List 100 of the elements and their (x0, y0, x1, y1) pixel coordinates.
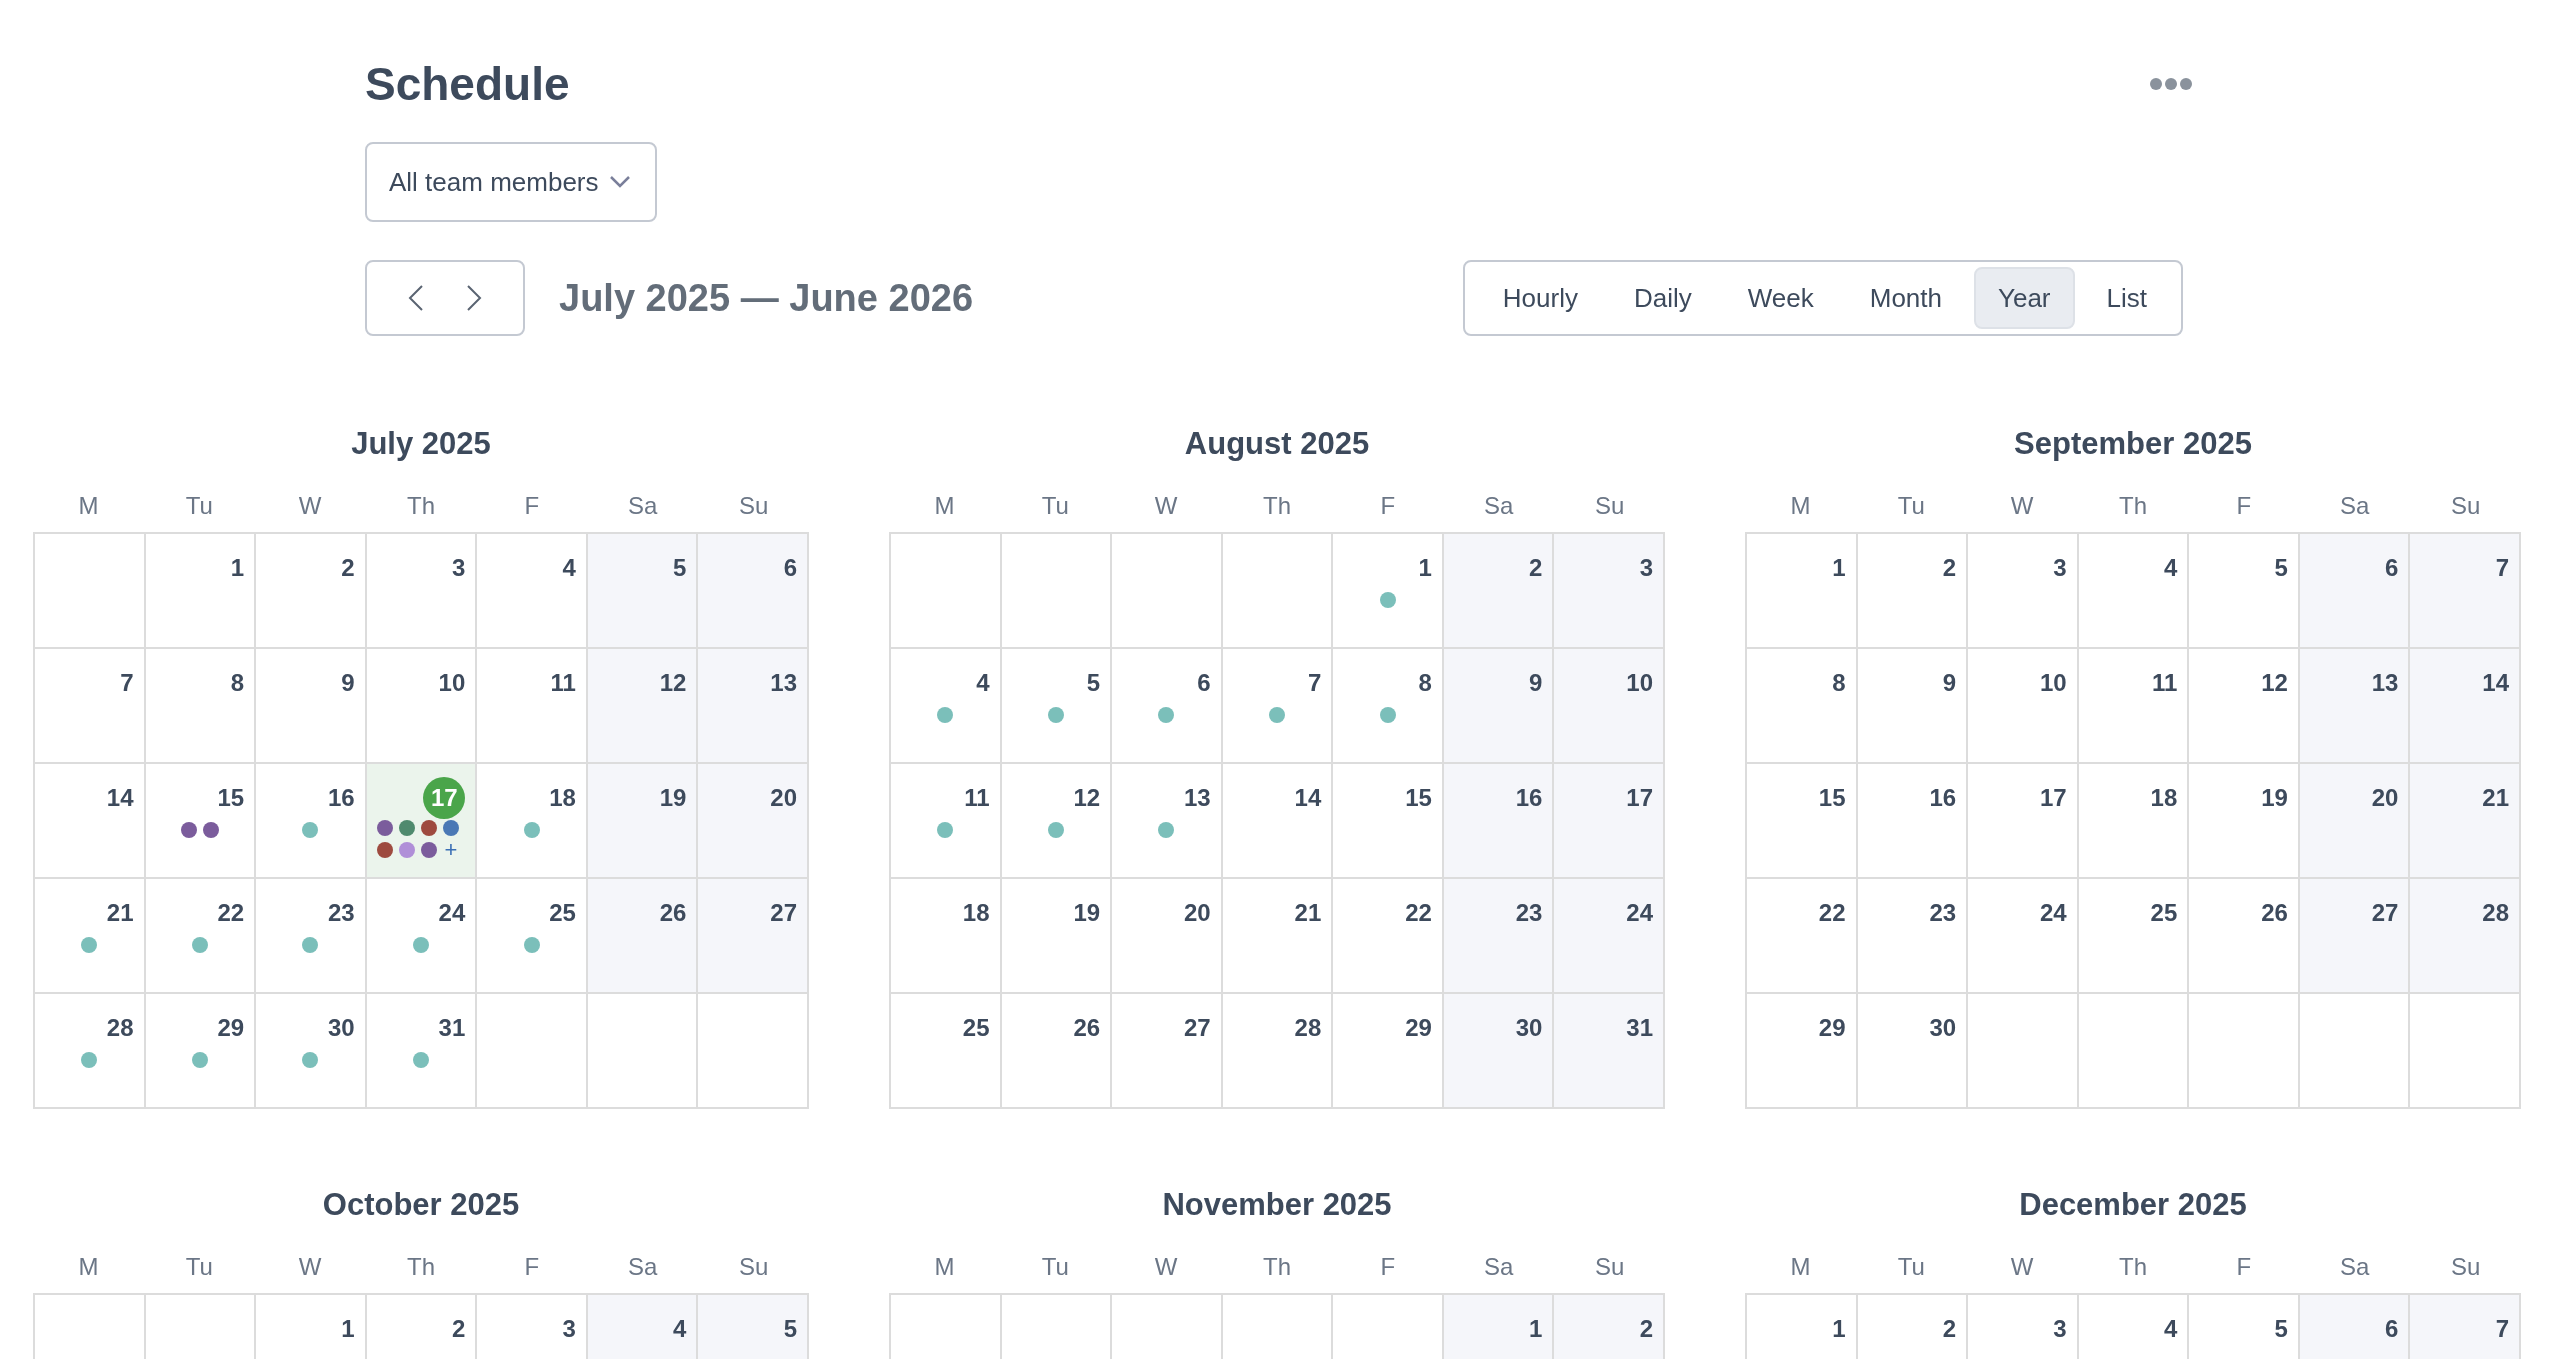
day-cell[interactable]: 26 (2189, 879, 2300, 994)
day-cell[interactable]: 26 (587, 879, 699, 994)
day-cell[interactable]: 20 (2299, 764, 2411, 879)
day-cell[interactable]: 10 (1554, 649, 1665, 764)
day-cell[interactable]: 18 (477, 764, 588, 879)
day-cell[interactable]: 10 (1968, 649, 2079, 764)
day-cell[interactable]: 5 (1001, 649, 1113, 764)
day-cell[interactable]: 19 (2189, 764, 2300, 879)
day-cell[interactable]: 27 (1112, 994, 1223, 1109)
day-cell[interactable]: 21 (1222, 879, 1334, 994)
day-cell[interactable]: 5 (2189, 534, 2300, 649)
day-cell[interactable]: 7 (2410, 534, 2521, 649)
day-cell[interactable]: 14 (2410, 649, 2521, 764)
day-cell[interactable]: 1 (1443, 1295, 1555, 1359)
day-cell[interactable]: 4 (477, 534, 588, 649)
day-cell[interactable]: 31 (366, 994, 478, 1109)
day-cell[interactable]: 13 (698, 649, 809, 764)
day-cell[interactable]: 11 (2078, 649, 2190, 764)
view-tab[interactable]: Month (1845, 267, 1966, 329)
day-cell[interactable]: 30 (1443, 994, 1555, 1109)
day-cell[interactable]: 6 (698, 534, 809, 649)
day-cell[interactable]: 29 (1333, 994, 1444, 1109)
day-cell[interactable]: 21 (35, 879, 146, 994)
day-cell[interactable]: 19 (1001, 879, 1113, 994)
day-cell[interactable]: 27 (2299, 879, 2411, 994)
day-cell[interactable]: 9 (1443, 649, 1555, 764)
day-cell[interactable]: 13 (1112, 764, 1223, 879)
day-cell[interactable]: 4 (891, 649, 1002, 764)
day-cell[interactable]: 20 (698, 764, 809, 879)
day-cell[interactable]: 30 (1857, 994, 1969, 1109)
day-cell[interactable]: 29 (1747, 994, 1858, 1109)
day-cell[interactable]: 29 (145, 994, 257, 1109)
day-cell[interactable]: 5 (587, 534, 699, 649)
day-cell[interactable]: 21 (2410, 764, 2521, 879)
day-cell[interactable]: 6 (1112, 649, 1223, 764)
day-cell[interactable]: 17 (1554, 764, 1665, 879)
day-cell[interactable]: 23 (256, 879, 367, 994)
day-cell[interactable]: 16 (1857, 764, 1969, 879)
day-cell[interactable]: 16 (256, 764, 367, 879)
day-cell[interactable]: 27 (698, 879, 809, 994)
day-cell[interactable]: 8 (1747, 649, 1858, 764)
day-cell[interactable]: 26 (1001, 994, 1113, 1109)
view-tab[interactable]: Year (1974, 267, 2075, 329)
view-tab[interactable]: Hourly (1478, 267, 1602, 329)
day-cell[interactable]: 8 (145, 649, 257, 764)
day-cell[interactable]: 6 (2299, 534, 2411, 649)
day-cell[interactable]: 6 (2299, 1295, 2411, 1359)
day-cell[interactable]: 15 (145, 764, 257, 879)
day-cell[interactable]: 7 (2410, 1295, 2521, 1359)
day-cell[interactable]: 12 (1001, 764, 1113, 879)
day-cell[interactable]: 12 (2189, 649, 2300, 764)
day-cell[interactable]: 19 (587, 764, 699, 879)
day-cell[interactable]: 9 (1857, 649, 1969, 764)
day-cell[interactable]: 14 (1222, 764, 1334, 879)
more-options-icon[interactable] (2149, 77, 2193, 91)
day-cell[interactable]: 11 (891, 764, 1002, 879)
day-cell[interactable]: 22 (145, 879, 257, 994)
day-cell[interactable]: 4 (587, 1295, 699, 1359)
view-tab[interactable]: List (2082, 267, 2171, 329)
day-cell[interactable]: 5 (698, 1295, 809, 1359)
day-cell[interactable]: 13 (2299, 649, 2411, 764)
day-cell[interactable]: 2 (1554, 1295, 1665, 1359)
day-cell[interactable]: 22 (1747, 879, 1858, 994)
day-cell[interactable]: 23 (1443, 879, 1555, 994)
day-cell[interactable]: 10 (366, 649, 478, 764)
day-cell[interactable]: 8 (1333, 649, 1444, 764)
day-cell[interactable]: 3 (1968, 534, 2079, 649)
day-cell[interactable]: 14 (35, 764, 146, 879)
day-cell[interactable]: 28 (1222, 994, 1334, 1109)
day-cell[interactable]: 18 (2078, 764, 2190, 879)
day-cell[interactable]: 24 (1968, 879, 2079, 994)
day-cell[interactable]: 2 (1857, 534, 1969, 649)
day-cell[interactable]: 7 (35, 649, 146, 764)
day-cell[interactable]: 4 (2078, 534, 2190, 649)
day-cell[interactable]: 31 (1554, 994, 1665, 1109)
day-cell[interactable]: 25 (2078, 879, 2190, 994)
day-cell[interactable]: 22 (1333, 879, 1444, 994)
day-cell[interactable]: 1 (145, 534, 257, 649)
day-cell[interactable]: 1 (1747, 534, 1858, 649)
day-cell[interactable]: 18 (891, 879, 1002, 994)
day-cell[interactable]: 12 (587, 649, 699, 764)
day-cell[interactable]: 25 (477, 879, 588, 994)
day-cell[interactable]: 28 (35, 994, 146, 1109)
day-cell[interactable]: 24 (366, 879, 478, 994)
day-cell[interactable]: 9 (256, 649, 367, 764)
day-cell[interactable]: 7 (1222, 649, 1334, 764)
day-cell[interactable]: 11 (477, 649, 588, 764)
day-cell[interactable]: 17 (1968, 764, 2079, 879)
day-cell[interactable]: 28 (2410, 879, 2521, 994)
day-cell[interactable]: 25 (891, 994, 1002, 1109)
more-events-link[interactable]: + (443, 842, 459, 858)
view-tab[interactable]: Week (1723, 267, 1838, 329)
team-member-dropdown[interactable]: All team members (365, 142, 657, 222)
day-cell[interactable]: 24 (1554, 879, 1665, 994)
day-cell[interactable]: 17 + (366, 764, 478, 879)
day-cell[interactable]: 15 (1333, 764, 1444, 879)
view-tab[interactable]: Daily (1609, 267, 1716, 329)
day-cell[interactable]: 1 (1333, 534, 1444, 649)
day-cell[interactable]: 3 (366, 534, 478, 649)
day-cell[interactable]: 15 (1747, 764, 1858, 879)
